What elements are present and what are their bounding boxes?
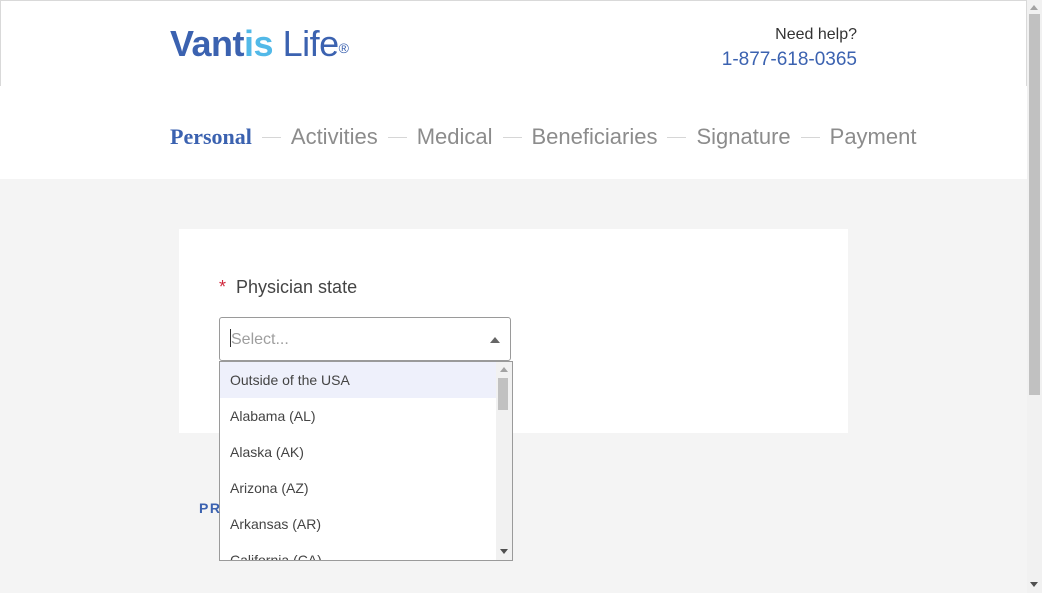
scroll-up-arrow-icon[interactable] <box>500 367 508 372</box>
state-dropdown-menu: Outside of the USA Alabama (AL) Alaska (… <box>219 361 513 561</box>
step-medical[interactable]: Medical <box>417 124 493 150</box>
logo-text-is: is <box>244 23 274 64</box>
required-asterisk: * <box>219 277 227 297</box>
scroll-down-arrow-icon[interactable] <box>1030 582 1038 587</box>
logo-text-vant: Vant <box>170 23 245 64</box>
step-payment[interactable]: Payment <box>830 124 917 150</box>
dropdown-option[interactable]: Alaska (AK) <box>220 434 497 470</box>
help-block: Need help? 1-877-618-0365 <box>722 26 857 73</box>
header-border-left <box>0 0 1 86</box>
step-separator <box>387 136 407 138</box>
step-signature[interactable]: Signature <box>696 124 790 150</box>
step-separator <box>261 136 281 138</box>
page-scroll-thumb[interactable] <box>1029 14 1040 395</box>
scroll-up-arrow-icon[interactable] <box>1030 5 1038 10</box>
step-separator <box>502 136 522 138</box>
logo-text-life: Life <box>273 23 340 64</box>
vantis-life-logo[interactable]: Vantis Life® <box>170 23 349 64</box>
dropdown-scrollbar[interactable] <box>496 362 512 560</box>
page-scrollbar[interactable] <box>1027 0 1042 593</box>
dropdown-scroll-thumb[interactable] <box>498 378 508 410</box>
physician-state-select[interactable]: Select... <box>219 317 511 361</box>
select-placeholder: Select... <box>231 331 289 348</box>
scroll-down-arrow-icon[interactable] <box>500 549 508 554</box>
site-header: Vantis Life® Need help? 1-877-618-0365 P… <box>0 0 1027 179</box>
dropdown-option[interactable]: Alabama (AL) <box>220 398 497 434</box>
previous-button[interactable]: PR <box>199 500 221 516</box>
step-activities[interactable]: Activities <box>291 124 378 150</box>
progress-steps: Personal Activities Medical Beneficiarie… <box>170 124 916 150</box>
step-separator <box>667 136 687 138</box>
field-label-text: Physician state <box>236 277 358 297</box>
dropdown-option[interactable]: Arizona (AZ) <box>220 470 497 506</box>
dropdown-option[interactable]: Outside of the USA <box>220 362 497 398</box>
dropdown-option[interactable]: Arkansas (AR) <box>220 506 497 542</box>
dropdown-option[interactable]: California (CA) <box>220 542 497 560</box>
physician-state-label: * Physician state <box>219 276 357 298</box>
help-phone-link[interactable]: 1-877-618-0365 <box>722 47 857 73</box>
header-border-top <box>0 0 1027 1</box>
step-separator <box>800 136 820 138</box>
caret-up-icon[interactable] <box>490 337 500 343</box>
registered-mark: ® <box>338 40 349 56</box>
step-personal[interactable]: Personal <box>170 124 252 150</box>
help-label: Need help? <box>775 26 857 43</box>
step-beneficiaries[interactable]: Beneficiaries <box>532 124 658 150</box>
